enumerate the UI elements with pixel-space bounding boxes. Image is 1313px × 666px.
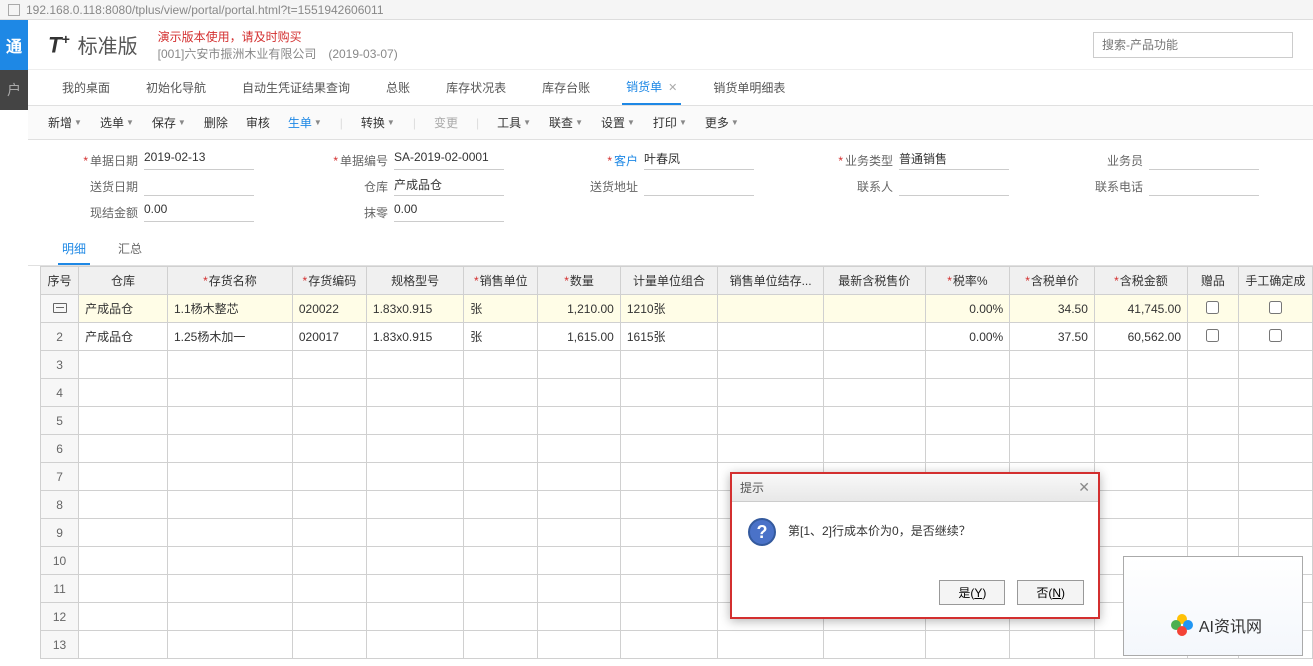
search-input[interactable] (1093, 32, 1293, 58)
tb-convert[interactable]: 转换▼ (361, 114, 395, 131)
col-header-11[interactable]: *含税单价 (1010, 267, 1095, 295)
manual-checkbox[interactable] (1269, 301, 1282, 314)
form-area: *单据日期2019-02-13 *单据编号SA-2019-02-0001 *客户… (28, 140, 1313, 234)
dialog-no-button[interactable]: 否(N) (1017, 580, 1084, 605)
ship-addr-value[interactable] (644, 176, 754, 196)
cash-value[interactable]: 0.00 (144, 202, 254, 222)
ship-date-value[interactable] (144, 176, 254, 196)
tb-new[interactable]: 新增▼ (48, 114, 82, 131)
tab-7[interactable]: 销货单明细表 (709, 71, 789, 104)
table-row-empty[interactable]: 5 (41, 407, 1313, 435)
tb-select[interactable]: 选单▼ (100, 114, 134, 131)
col-header-8[interactable]: 销售单位结存... (718, 267, 824, 295)
tab-6[interactable]: 销货单✕ (622, 70, 681, 105)
company-info: [001]六安市振洲木业有限公司 (2019-03-07) (158, 45, 398, 62)
col-header-12[interactable]: *含税金额 (1094, 267, 1187, 295)
tb-audit[interactable]: 审核 (246, 114, 270, 131)
tb-setting[interactable]: 设置▼ (601, 114, 635, 131)
thumbnail-preview: AI资讯网 (1123, 556, 1303, 656)
main-tabs: 我的桌面初始化导航自动生凭证结果查询总账库存状况表库存台账销货单✕ 销货单明细表 (28, 70, 1313, 106)
browser-address-bar: 192.168.0.118:8080/tplus/view/portal/por… (0, 0, 1313, 20)
salesman-value[interactable] (1149, 150, 1259, 170)
table-row-empty[interactable]: 6 (41, 435, 1313, 463)
row-handle-icon[interactable] (53, 303, 67, 313)
customer-value[interactable]: 叶春凤 (644, 150, 754, 170)
tb-lookup[interactable]: 联查▼ (549, 114, 583, 131)
manual-checkbox[interactable] (1269, 329, 1282, 342)
phone-value[interactable] (1149, 176, 1259, 196)
table-row-empty[interactable]: 3 (41, 351, 1313, 379)
sub-tabs: 明细汇总 (28, 234, 1313, 266)
contact-value[interactable] (899, 176, 1009, 196)
col-header-13[interactable]: 赠品 (1188, 267, 1239, 295)
col-header-6[interactable]: *数量 (538, 267, 621, 295)
table-row-empty[interactable]: 4 (41, 379, 1313, 407)
dialog-message: 第[1、2]行成本价为0，是否继续？ (788, 518, 971, 539)
tab-4[interactable]: 库存状况表 (442, 71, 510, 104)
table-row-empty[interactable]: 11 (41, 575, 1313, 603)
edition-label: 标准版 (78, 30, 138, 59)
table-row-empty[interactable]: 8 (41, 491, 1313, 519)
col-header-7[interactable]: 计量单位组合 (620, 267, 717, 295)
table-row-empty[interactable]: 7 (41, 463, 1313, 491)
table-row-empty[interactable]: 13 (41, 631, 1313, 659)
search-box (1093, 32, 1293, 58)
doc-date-value[interactable]: 2019-02-13 (144, 150, 254, 170)
tb-delete[interactable]: 删除 (204, 114, 228, 131)
col-header-4[interactable]: 规格型号 (366, 267, 463, 295)
table-row-empty[interactable]: 10 (41, 547, 1313, 575)
col-header-5[interactable]: *销售单位 (464, 267, 538, 295)
col-header-3[interactable]: *存货编码 (292, 267, 366, 295)
tab-0[interactable]: 我的桌面 (58, 71, 114, 104)
table-row[interactable]: 产成品仓1.1杨木整芯0200221.83x0.915张1,210.001210… (41, 295, 1313, 323)
page-icon (8, 4, 20, 16)
tb-generate[interactable]: 生单▼ (288, 114, 322, 131)
app-header: T+ 标准版 演示版本使用，请及时购买 [001]六安市振洲木业有限公司 (20… (28, 20, 1313, 70)
grid-area: 序号仓库*存货名称*存货编码规格型号*销售单位*数量计量单位组合销售单位结存..… (28, 266, 1313, 659)
watermark: AI资讯网 (1171, 613, 1262, 637)
col-header-10[interactable]: *税率% (925, 267, 1010, 295)
col-header-14[interactable]: 手工确定成 (1238, 267, 1312, 295)
dialog-yes-button[interactable]: 是(Y) (939, 580, 1005, 605)
tab-close-icon[interactable]: ✕ (668, 82, 677, 94)
table-row-empty[interactable]: 9 (41, 519, 1313, 547)
tb-tool[interactable]: 工具▼ (497, 114, 531, 131)
col-header-0[interactable]: 序号 (41, 267, 79, 295)
tb-change: 变更 (434, 114, 458, 131)
tab-5[interactable]: 库存台账 (538, 71, 594, 104)
doc-no-value[interactable]: SA-2019-02-0001 (394, 150, 504, 170)
col-header-9[interactable]: 最新含税售价 (824, 267, 926, 295)
tb-more[interactable]: 更多▼ (705, 114, 739, 131)
dialog-titlebar[interactable]: 提示 ✕ (732, 474, 1098, 502)
logo: T+ (48, 31, 70, 58)
watermark-icon (1171, 614, 1193, 636)
tab-3[interactable]: 总账 (382, 71, 414, 104)
subtab-1[interactable]: 汇总 (114, 234, 146, 265)
warehouse-value[interactable]: 产成品仓 (394, 176, 504, 196)
round-value[interactable]: 0.00 (394, 202, 504, 222)
table-row[interactable]: 2产成品仓1.25杨木加一0200171.83x0.915张1,615.0016… (41, 323, 1313, 351)
url-text: 192.168.0.118:8080/tplus/view/portal/por… (26, 3, 384, 17)
trial-message: 演示版本使用，请及时购买 (158, 28, 398, 45)
gift-checkbox[interactable] (1206, 301, 1219, 314)
col-header-2[interactable]: *存货名称 (167, 267, 292, 295)
biz-type-value[interactable]: 普通销售 (899, 150, 1009, 170)
subtab-0[interactable]: 明细 (58, 234, 90, 265)
question-icon: ? (748, 518, 776, 546)
gift-checkbox[interactable] (1206, 329, 1219, 342)
table-row-empty[interactable]: 12 (41, 603, 1313, 631)
toolbar: 新增▼ 选单▼ 保存▼ 删除 审核 生单▼ | 转换▼ | 变更 | 工具▼ 联… (28, 106, 1313, 140)
dialog-title-text: 提示 (740, 479, 764, 496)
tb-save[interactable]: 保存▼ (152, 114, 186, 131)
confirm-dialog: 提示 ✕ ? 第[1、2]行成本价为0，是否继续？ 是(Y) 否(N) (730, 472, 1100, 619)
dialog-close-icon[interactable]: ✕ (1078, 479, 1090, 496)
tb-print[interactable]: 打印▼ (653, 114, 687, 131)
left-badge-bottom: 户 (0, 70, 28, 110)
left-badge-top: 通 (0, 20, 28, 70)
tab-1[interactable]: 初始化导航 (142, 71, 210, 104)
col-header-1[interactable]: 仓库 (79, 267, 168, 295)
tab-2[interactable]: 自动生凭证结果查询 (238, 71, 354, 104)
header-info: 演示版本使用，请及时购买 [001]六安市振洲木业有限公司 (2019-03-0… (158, 28, 398, 62)
